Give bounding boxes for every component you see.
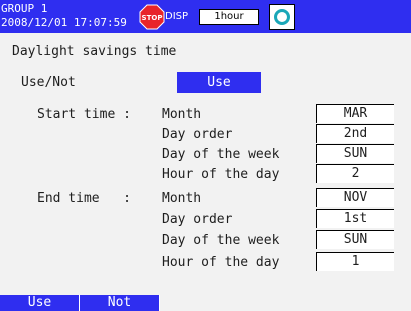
end-month-field[interactable]: NOV bbox=[316, 188, 394, 207]
stop-icon: STOP bbox=[139, 4, 165, 30]
end-hour-label: Hour of the day bbox=[162, 255, 280, 270]
status-bar: GROUP 1 2008/12/01 17:07:59 STOP DISP 1h… bbox=[0, 0, 411, 33]
softkey-divider bbox=[159, 295, 160, 311]
page-title: Daylight savings time bbox=[12, 44, 177, 59]
use-softkey[interactable]: Use bbox=[0, 295, 79, 311]
start-time-label: Start time : bbox=[37, 107, 131, 122]
start-day-order-field[interactable]: 2nd bbox=[316, 124, 394, 143]
use-not-label: Use/Not bbox=[21, 75, 76, 90]
start-month-label: Month bbox=[162, 107, 202, 122]
start-day-of-week-field[interactable]: SUN bbox=[316, 144, 394, 163]
start-day-of-week-label: Day of the week bbox=[162, 147, 280, 162]
not-softkey[interactable]: Not bbox=[80, 295, 159, 311]
end-hour-field[interactable]: 1 bbox=[316, 252, 394, 271]
svg-text:STOP: STOP bbox=[142, 14, 163, 22]
start-hour-label: Hour of the day bbox=[162, 167, 280, 182]
end-day-of-week-label: Day of the week bbox=[162, 233, 280, 248]
end-month-label: Month bbox=[162, 191, 202, 206]
end-day-of-week-field[interactable]: SUN bbox=[316, 230, 394, 249]
use-not-field[interactable]: Use bbox=[177, 72, 261, 93]
group-label: GROUP 1 bbox=[1, 2, 48, 15]
start-hour-field[interactable]: 2 bbox=[316, 164, 394, 183]
datetime: 2008/12/01 17:07:59 bbox=[1, 16, 127, 29]
start-day-order-label: Day order bbox=[162, 127, 233, 142]
end-day-order-label: Day order bbox=[162, 212, 233, 227]
refresh-icon[interactable] bbox=[269, 4, 295, 30]
start-month-field[interactable]: MAR bbox=[316, 104, 394, 123]
interval-indicator: 1hour bbox=[199, 9, 259, 25]
end-time-label: End time : bbox=[37, 191, 131, 206]
end-day-order-field[interactable]: 1st bbox=[316, 209, 394, 228]
disp-label: DISP bbox=[165, 11, 189, 22]
